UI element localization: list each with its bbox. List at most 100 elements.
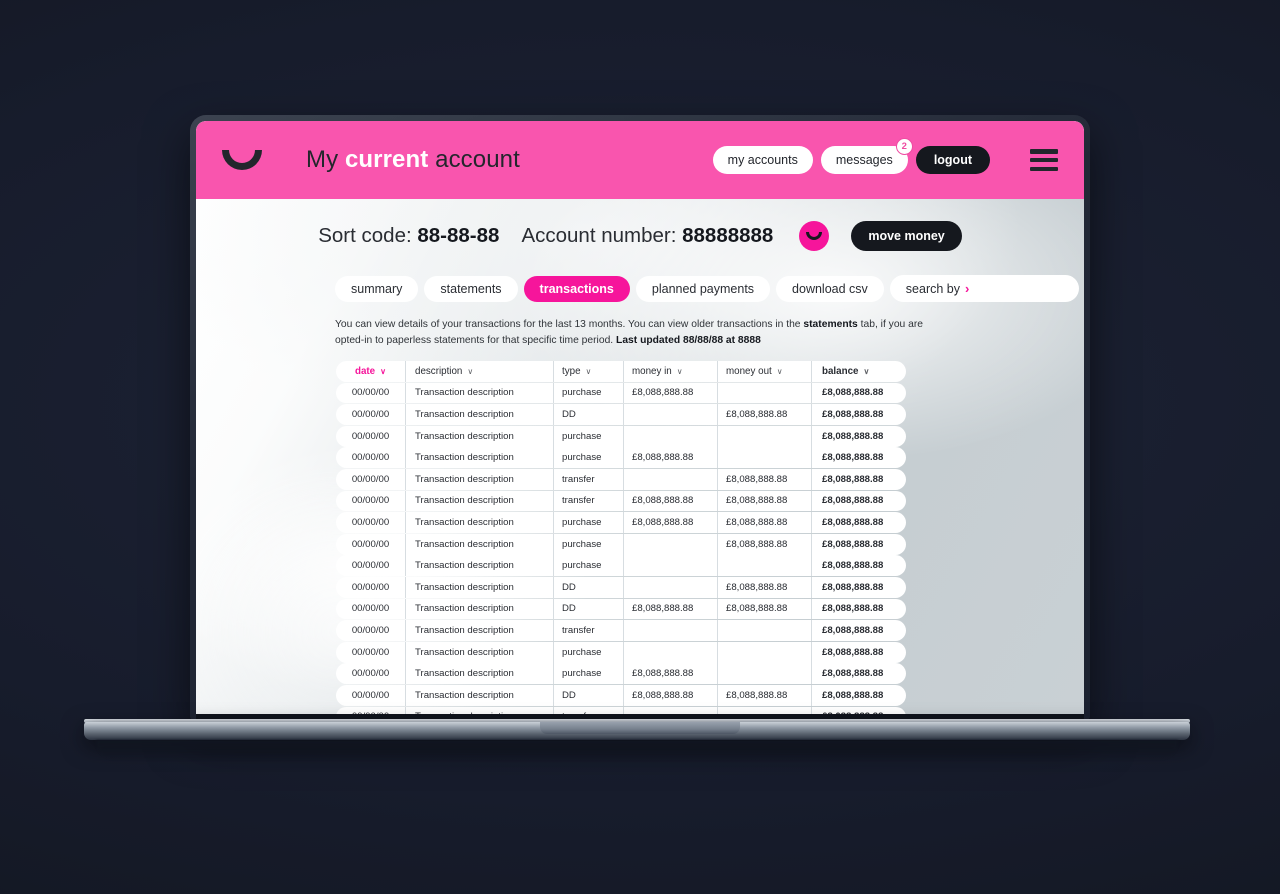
cell-description: Transaction description [406, 512, 554, 533]
hamburger-bar-1 [1030, 149, 1058, 154]
messages-wrapper: messages 2 [820, 138, 913, 174]
cell-money_in: £8,088,888.88 [624, 490, 718, 512]
cell-date: 00/00/00 [336, 555, 406, 577]
cell-date: 00/00/00 [336, 425, 406, 447]
column-header-description[interactable]: description ∨ [406, 361, 554, 382]
tab-summary[interactable]: summary [335, 275, 419, 302]
table-row[interactable]: 00/00/00 Transaction description DD £8,088,… [336, 404, 946, 425]
table-row[interactable]: 00/00/00Transaction descriptiontransfer£… [336, 468, 946, 490]
smile-glyph [222, 150, 262, 170]
laptop-mockup: My current account my accounts messages … [0, 0, 1280, 894]
tab-transactions[interactable]: transactions [523, 275, 630, 302]
table-row[interactable]: 00/00/00Transaction descriptiontransfer£… [336, 706, 946, 714]
cell-money_in [624, 555, 718, 577]
column-header-balance[interactable]: balance ∨ [812, 361, 906, 382]
cell-date: 00/00/00 [336, 490, 406, 512]
transactions-table: date ∨ description ∨ type ∨ money in ∨ money… [336, 361, 946, 714]
table-row[interactable]: 00/00/00Transaction descriptiontransfer£… [336, 490, 946, 512]
table-row[interactable]: 00/00/00 Transaction description purchase £… [336, 512, 946, 533]
column-header-date[interactable]: date ∨ [336, 361, 406, 382]
logout-button[interactable]: logout [915, 146, 990, 174]
cell-type: DD [554, 576, 624, 598]
table-row[interactable]: 00/00/00Transaction descriptiontransfer£… [336, 620, 946, 641]
cell-date: 00/00/00 [336, 620, 406, 641]
smile-circle-icon [799, 221, 830, 251]
column-header-money-in-label: money in [632, 365, 672, 377]
table-row[interactable]: 00/00/00 Transaction description purchase £… [336, 382, 946, 404]
account-number-value: 88888888 [682, 224, 774, 247]
cell-balance: £8,088,888.88 [812, 425, 906, 447]
column-header-type[interactable]: type ∨ [554, 361, 624, 382]
table-row[interactable]: 00/00/00 Transaction description DD £8,088,… [336, 598, 946, 620]
tab-statements[interactable]: statements [424, 275, 518, 302]
cell-money_out [718, 706, 812, 714]
cell-date: 00/00/00 [336, 663, 406, 685]
table-row[interactable]: 00/00/00 Transaction description purchase £… [336, 555, 946, 577]
cell-type: purchase [554, 533, 624, 555]
my-accounts-button[interactable]: my accounts [712, 146, 813, 174]
sort-code: Sort code: 88-88-88 [318, 224, 499, 248]
table-row[interactable]: 00/00/00 Transaction description purchase £… [336, 533, 946, 555]
info-bold-last-updated: Last updated 88/88/88 at 8888 [616, 334, 761, 346]
column-header-date-label: date [354, 365, 376, 377]
table-row[interactable]: 00/00/00 Transaction description DD £8,088,… [336, 576, 946, 598]
cell-date: 00/00/00 [336, 468, 406, 490]
hamburger-menu-icon[interactable] [1030, 149, 1058, 171]
cell-money_in: £8,088,888.88 [624, 447, 718, 469]
chevron-down-icon: ∨ [467, 366, 474, 376]
table-row[interactable]: 00/00/00 Transaction description purchase £… [336, 447, 946, 469]
cell-money_out [718, 425, 812, 447]
cell-money_in: £8,088,888.88 [624, 512, 718, 533]
table-row[interactable]: 00/00/00 Transaction description purchase £… [336, 641, 946, 663]
table-row[interactable]: 00/00/00 Transaction description purchase £… [336, 663, 946, 685]
cell-balance: £8,088,888.88 [812, 576, 906, 598]
cell-money_out: £8,088,888.88 [718, 512, 812, 533]
chevron-down-icon: ∨ [585, 366, 592, 376]
column-header-money-in[interactable]: money in ∨ [624, 361, 718, 382]
smile-logo-icon[interactable] [220, 140, 264, 180]
cell-type: DD [554, 684, 624, 706]
cell-money_out [718, 382, 812, 404]
tab-search-by[interactable]: search by › [889, 275, 1080, 302]
cell-balance: £8,088,888.88 [812, 684, 906, 706]
cell-description: Transaction description [406, 641, 554, 663]
account-tabs: summary statements transactions planned … [335, 275, 1080, 302]
cell-balance: £8,088,888.88 [812, 468, 906, 490]
cell-description: Transaction description [406, 447, 554, 469]
cell-balance: £8,088,888.88 [812, 641, 906, 663]
cell-money_out: £8,088,888.88 [718, 468, 812, 490]
messages-button[interactable]: messages [820, 146, 908, 174]
table-row[interactable]: 00/00/00 Transaction description DD £8,088,… [336, 684, 946, 706]
cell-balance: £8,088,888.88 [812, 447, 906, 469]
account-number-label: Account number: [521, 224, 683, 247]
laptop-base-shadow [96, 740, 1178, 760]
cell-money_in [624, 468, 718, 490]
column-header-money-out[interactable]: money out ∨ [718, 361, 812, 382]
cell-money_in [624, 620, 718, 641]
cell-money_out [718, 555, 812, 577]
hamburger-bar-2 [1030, 157, 1058, 163]
move-money-button[interactable]: move money [851, 221, 962, 251]
chevron-right-icon: › [965, 281, 970, 296]
cell-money_in: £8,088,888.88 [624, 684, 718, 706]
cell-description: Transaction description [406, 663, 554, 685]
page-title-part2: current [344, 146, 429, 173]
cell-description: Transaction description [406, 382, 554, 404]
chevron-down-icon: ∨ [776, 366, 783, 376]
cell-type: purchase [554, 555, 624, 577]
tab-planned-payments[interactable]: planned payments [635, 275, 771, 302]
tab-download-csv[interactable]: download csv [776, 275, 884, 302]
sort-code-label: Sort code: [318, 224, 418, 247]
cell-money_out: £8,088,888.88 [718, 684, 812, 706]
cell-description: Transaction description [406, 576, 554, 598]
cell-type: purchase [554, 425, 624, 447]
cell-balance: £8,088,888.88 [812, 490, 906, 512]
cell-date: 00/00/00 [336, 404, 406, 425]
cell-money_out [718, 447, 812, 469]
table-row[interactable]: 00/00/00 Transaction description purchase £… [336, 425, 946, 447]
cell-balance: £8,088,888.88 [812, 555, 906, 577]
site-header: My current account my accounts messages … [196, 121, 1084, 199]
cell-description: Transaction description [406, 706, 554, 714]
cell-money_in [624, 425, 718, 447]
cell-money_in: £8,088,888.88 [624, 382, 718, 404]
